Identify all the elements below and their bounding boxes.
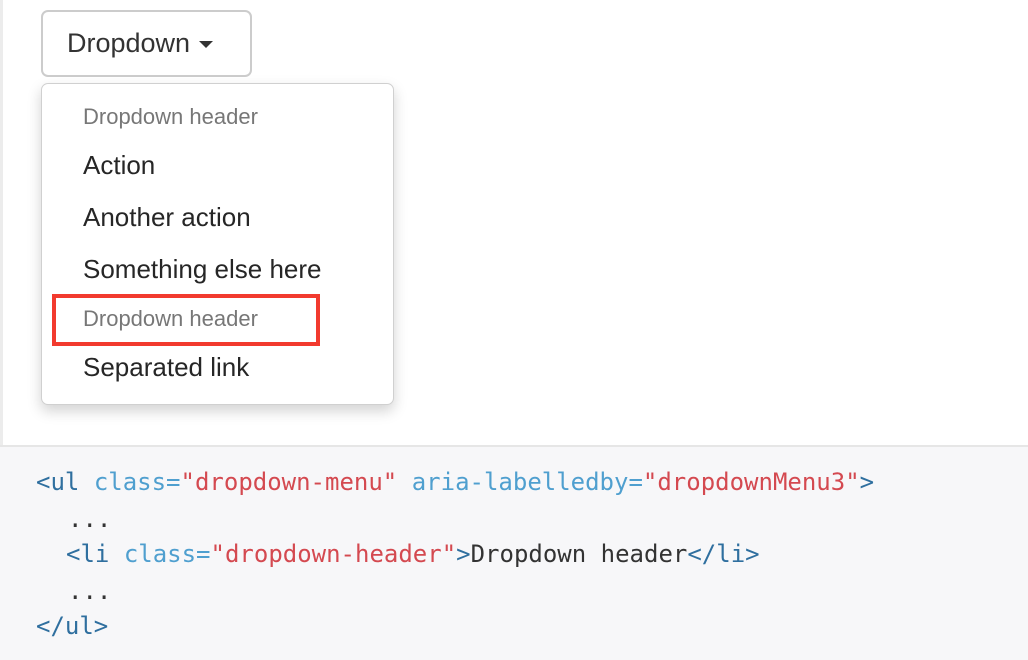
code-tag: >	[859, 468, 875, 496]
code-tag: <ul	[36, 468, 80, 496]
dropdown-item-action[interactable]: Action	[83, 150, 155, 181]
caret-down-icon	[199, 41, 214, 48]
example-preview: Dropdown Dropdown header Action Another …	[0, 0, 1028, 446]
code-string: "dropdownMenu3"	[642, 468, 860, 496]
code-attribute: aria-labelledby=	[411, 468, 643, 496]
code-line-ellipsis: ...	[68, 505, 112, 533]
code-text: Dropdown header	[470, 540, 688, 568]
dropdown-menu: Dropdown header Action Another action So…	[41, 83, 394, 405]
code-tag: >	[456, 540, 471, 568]
code-snippet: <ul class="dropdown-menu" aria-labelledb…	[0, 447, 1028, 660]
code-string: "dropdown-menu"	[180, 468, 398, 496]
dropdown-header: Dropdown header	[83, 104, 258, 129]
code-tag: <li	[66, 540, 110, 568]
highlight-annotation-box	[52, 294, 320, 346]
code-line-ul-open: <ul class="dropdown-menu" aria-labelledb…	[36, 467, 874, 497]
code-line-ul-close: </ul>	[36, 612, 109, 640]
dropdown-toggle-button[interactable]: Dropdown	[41, 10, 252, 77]
code-line-li-header: <li class="dropdown-header">Dropdown hea…	[66, 539, 760, 569]
code-tag: </li>	[687, 540, 760, 568]
dropdown-toggle-label: Dropdown	[67, 28, 191, 58]
code-attribute: class=	[123, 540, 211, 568]
dropdown-item-separated-link[interactable]: Separated link	[83, 352, 249, 383]
dropdown-item-another-action[interactable]: Another action	[83, 202, 251, 233]
code-line-ellipsis: ...	[68, 577, 112, 605]
code-attribute: class=	[93, 468, 181, 496]
dropdown-item-something-else[interactable]: Something else here	[83, 254, 321, 285]
code-string: "dropdown-header"	[210, 540, 457, 568]
